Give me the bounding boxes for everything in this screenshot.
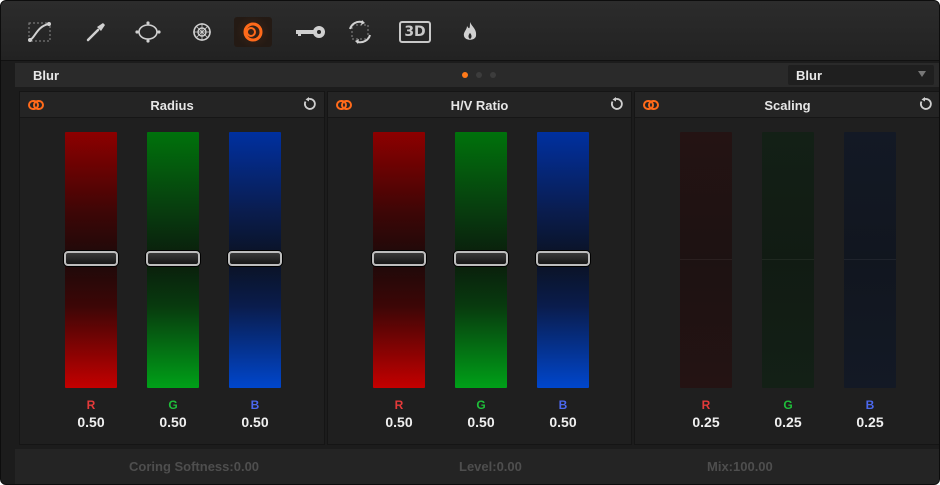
coring-softness-control[interactable]: Coring Softness:0.00 [129, 459, 259, 474]
scaling-green-slider[interactable] [762, 132, 814, 388]
scaling-blue-value[interactable]: 0.25 [844, 414, 896, 430]
hv-ratio-blue-handle[interactable] [536, 251, 590, 266]
hv-ratio-green-value[interactable]: 0.50 [455, 414, 507, 430]
scaling-title: Scaling [764, 98, 811, 113]
hv-ratio-panel: H/V Ratio R G B 0.50 0.50 0.50 [327, 91, 632, 445]
scaling-panel-header: Scaling [635, 92, 939, 118]
blue-channel-label: B [558, 398, 568, 412]
hv-ratio-red-value[interactable]: 0.50 [373, 414, 425, 430]
reset-icon[interactable] [918, 97, 932, 111]
blue-channel-label: B [865, 398, 875, 412]
hv-ratio-panel-header: H/V Ratio [328, 92, 631, 118]
radius-blue-handle[interactable] [228, 251, 282, 266]
red-channel-label: R [86, 398, 96, 412]
curves-tool-button[interactable] [23, 17, 57, 47]
radius-panel-header: Radius [20, 92, 324, 118]
palette-title: Blur [33, 68, 59, 83]
blur-palette-window: 3D Blur Blur Radius R G B 0.50 0.50 0.50… [0, 0, 940, 485]
radius-green-value[interactable]: 0.50 [147, 414, 199, 430]
radius-red-value[interactable]: 0.50 [65, 414, 117, 430]
hv-ratio-green-handle[interactable] [454, 251, 508, 266]
key-icon [296, 26, 325, 38]
sizing-icon [349, 20, 371, 44]
3d-tool-button[interactable]: 3D [396, 17, 434, 47]
motion-effects-tool-button[interactable] [453, 17, 487, 47]
reset-icon[interactable] [302, 97, 316, 111]
power-window-icon [135, 21, 161, 43]
hv-ratio-blue-value[interactable]: 0.50 [537, 414, 589, 430]
hv-ratio-red-slider[interactable] [372, 132, 426, 388]
sizing-tool-button[interactable] [343, 17, 377, 47]
radius-red-slider[interactable] [64, 132, 118, 388]
blur-mode-value: Blur [796, 68, 822, 83]
3d-icon: 3D [399, 21, 431, 43]
blur-tool-button[interactable] [234, 17, 272, 47]
green-channel-label: G [168, 398, 178, 412]
scaling-red-value[interactable]: 0.25 [680, 414, 732, 430]
green-channel-label: G [476, 398, 486, 412]
blur-icon [243, 22, 263, 42]
flame-icon [463, 22, 477, 40]
scaling-blue-slider[interactable] [844, 132, 896, 388]
window-tool-button[interactable] [131, 17, 165, 47]
qualifier-picker-icon [86, 23, 105, 42]
radius-blue-slider[interactable] [228, 132, 282, 388]
hv-ratio-red-handle[interactable] [372, 251, 426, 266]
scaling-green-value[interactable]: 0.25 [762, 414, 814, 430]
dropdown-arrow-icon [918, 71, 926, 77]
hv-ratio-green-slider[interactable] [454, 132, 508, 388]
palette-toolbar: 3D [1, 1, 939, 61]
blur-footer-bar: Coring Softness:0.00 Level:0.00 Mix:100.… [15, 449, 939, 484]
radius-green-handle[interactable] [146, 251, 200, 266]
qualifier-tool-button[interactable] [79, 17, 113, 47]
key-tool-button[interactable] [291, 17, 331, 47]
red-channel-label: R [394, 398, 404, 412]
radius-green-slider[interactable] [146, 132, 200, 388]
red-channel-label: R [701, 398, 711, 412]
blue-channel-label: B [250, 398, 260, 412]
radius-blue-value[interactable]: 0.50 [229, 414, 281, 430]
hv-ratio-blue-slider[interactable] [536, 132, 590, 388]
radius-panel: Radius R G B 0.50 0.50 0.50 [19, 91, 325, 445]
blur-mode-dropdown[interactable]: Blur [788, 65, 934, 85]
scaling-panel: Scaling R G B 0.25 0.25 0.25 [634, 91, 939, 445]
blur-header-bar: Blur Blur [15, 63, 939, 87]
reset-icon[interactable] [609, 97, 623, 111]
page-indicator [462, 72, 496, 78]
radius-title: Radius [150, 98, 194, 113]
hv-ratio-title: H/V Ratio [450, 98, 509, 113]
radius-red-handle[interactable] [64, 251, 118, 266]
page-dot-3[interactable] [490, 72, 496, 78]
curves-icon [28, 22, 51, 42]
tracker-icon [193, 23, 211, 41]
mix-control[interactable]: Mix:100.00 [707, 459, 773, 474]
tracker-tool-button[interactable] [185, 17, 219, 47]
page-dot-1[interactable] [462, 72, 468, 78]
green-channel-label: G [783, 398, 793, 412]
scaling-red-slider[interactable] [680, 132, 732, 388]
page-dot-2[interactable] [476, 72, 482, 78]
level-control[interactable]: Level:0.00 [459, 459, 522, 474]
